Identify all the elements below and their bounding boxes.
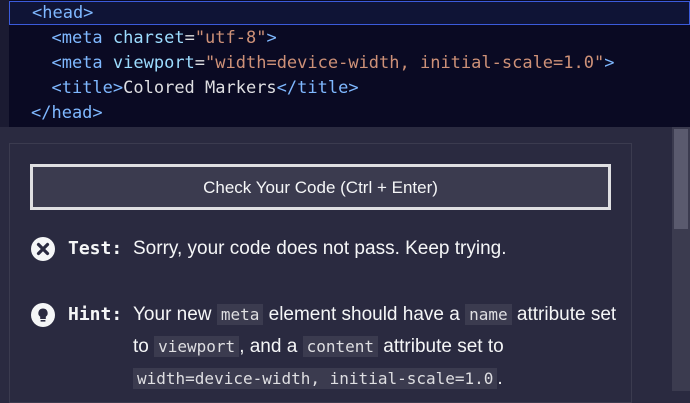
hint-text-segment: attribute set to	[378, 336, 504, 357]
scrollbar-thumb[interactable]	[674, 129, 688, 229]
test-message: Sorry, your code does not pass. Keep try…	[133, 238, 507, 259]
code-line[interactable]: <title>Colored Markers</title>	[9, 76, 690, 100]
code-token: =	[194, 53, 206, 73]
code-token: </title>	[276, 78, 359, 98]
code-line[interactable]: </head>	[9, 101, 690, 125]
code-token: <title>	[51, 78, 124, 98]
hint-text: Your new meta element should have a name…	[133, 299, 620, 395]
code-editor[interactable]: <head> <meta charset="utf-8"> <meta view…	[0, 0, 690, 127]
hint-label: Hint:	[68, 304, 123, 325]
hint-text-segment: .	[497, 368, 503, 389]
code-token: Colored Markers	[123, 78, 277, 98]
hint-text-segment: , and a	[239, 336, 303, 357]
code-line[interactable]: <meta charset="utf-8">	[9, 26, 690, 50]
code-token: >	[266, 28, 277, 48]
code-token: <meta	[51, 53, 113, 73]
code-token: charset	[112, 28, 185, 48]
hint-text-segment: Your new	[133, 304, 217, 325]
hint-text-segment: element should have a	[263, 304, 466, 325]
code-line[interactable]: <meta viewport="width=device-width, init…	[9, 51, 690, 75]
code-token: <head>	[32, 3, 94, 23]
code-line[interactable]: <head>	[9, 1, 690, 25]
code-token: "width=device-width, initial-scale=1.0"	[205, 53, 605, 73]
close-circle-icon	[30, 236, 56, 262]
code-token: >	[604, 53, 615, 73]
test-result: Test: Sorry, your code does not pass. Ke…	[30, 236, 620, 262]
code-token: =	[184, 28, 195, 48]
code-token: <meta	[51, 28, 113, 48]
inline-code: content	[302, 336, 379, 357]
instructions-panel: Check Your Code (Ctrl + Enter) Test: Sor…	[9, 143, 632, 403]
code-token: </head>	[31, 103, 103, 123]
check-code-button[interactable]: Check Your Code (Ctrl + Enter)	[30, 164, 611, 210]
editor-gutter	[0, 0, 9, 127]
inline-code: meta	[216, 304, 264, 325]
inline-code: name	[465, 304, 512, 325]
lightbulb-icon	[30, 302, 56, 328]
code-token: "utf-8"	[194, 28, 267, 48]
code-token: viewport	[112, 53, 195, 73]
inline-code: viewport	[154, 336, 240, 357]
inline-code: width=device-width, initial-scale=1.0	[133, 368, 498, 389]
hint-block: Hint: Your new meta element should have …	[30, 299, 620, 399]
test-label: Test:	[68, 238, 123, 259]
